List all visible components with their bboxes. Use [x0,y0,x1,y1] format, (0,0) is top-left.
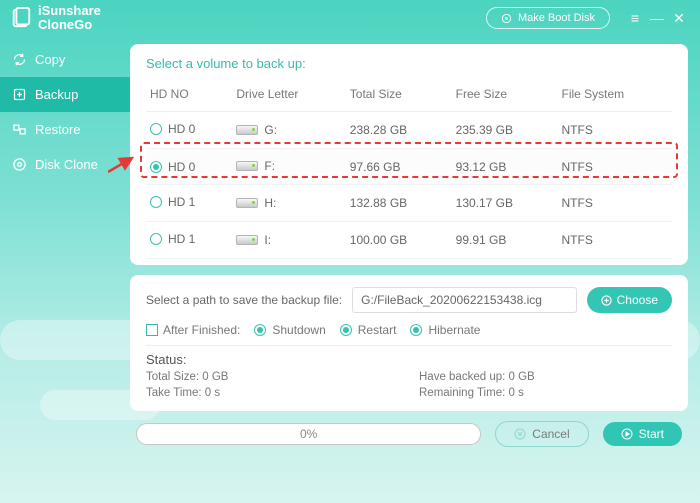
drive-icon [236,161,258,171]
cell-total: 97.66 GB [346,149,452,185]
cancel-button[interactable]: Cancel [495,421,588,447]
after-finished-label: After Finished: [163,323,240,337]
cancel-icon [514,428,526,440]
after-finished-checkbox[interactable] [146,324,158,336]
restore-icon [12,122,27,137]
cell-fs: NTFS [558,222,673,259]
sidebar-item-restore[interactable]: Restore [0,112,130,147]
status-remain: Remaining Time: 0 s [419,387,672,399]
brand: iSunshare CloneGo [10,4,486,33]
cell-hd: HD 0 [168,160,195,174]
sidebar-item-copy[interactable]: Copy [0,42,130,77]
cell-total: 132.88 GB [346,185,452,222]
start-label: Start [639,427,664,441]
cell-fs: NTFS [558,185,673,222]
cancel-label: Cancel [532,427,569,441]
cell-letter: I: [264,233,271,247]
choose-button[interactable]: Choose [587,287,672,313]
output-panel: Select a path to save the backup file: C… [130,275,688,411]
status-total: Total Size: 0 GB [146,371,399,383]
plus-icon [601,295,612,306]
opt-restart[interactable]: Restart [340,323,397,337]
progress-text: 0% [300,427,317,441]
app-logo-icon [10,7,32,29]
minimize-button[interactable]: — [646,10,668,26]
sidebar-item-diskclone[interactable]: Disk Clone [0,147,130,182]
cell-letter: G: [264,123,277,137]
refresh-icon [12,52,27,67]
progress-bar: 0% [136,423,481,445]
disk-clone-icon [12,157,27,172]
sidebar-label-copy: Copy [35,52,65,67]
volume-row[interactable]: HD 0 F: 97.66 GB 93.12 GB NTFS [146,149,672,185]
cell-letter: F: [264,159,275,173]
volume-table: HD NO Drive Letter Total Size Free Size … [146,81,672,259]
opt-label: Restart [358,323,397,337]
cell-free: 99.91 GB [452,222,558,259]
cell-letter: H: [264,196,276,210]
drive-icon [236,125,258,135]
radio-icon [150,123,162,135]
sidebar-label-restore: Restore [35,122,81,137]
make-boot-label: Make Boot Disk [518,12,595,24]
radio-icon [150,233,162,245]
cell-fs: NTFS [558,112,673,149]
cell-free: 93.12 GB [452,149,558,185]
brand-line1: iSunshare [38,4,101,18]
opt-label: Shutdown [272,323,325,337]
status-take: Take Time: 0 s [146,387,399,399]
drive-icon [236,235,258,245]
disc-icon [501,13,512,24]
start-button[interactable]: Start [603,422,682,446]
col-fs: File System [558,81,673,112]
sidebar-label-backup: Backup [35,87,78,102]
cell-fs: NTFS [558,149,673,185]
opt-label: Hibernate [428,323,480,337]
cell-hd: HD 0 [168,122,195,136]
status-backed: Have backed up: 0 GB [419,371,672,383]
status-header: Status: [146,352,672,367]
save-path-label: Select a path to save the backup file: [146,293,342,307]
radio-icon [150,196,162,208]
radio-icon [340,324,352,336]
radio-icon [254,324,266,336]
col-total: Total Size [346,81,452,112]
drive-icon [236,198,258,208]
cell-free: 235.39 GB [452,112,558,149]
radio-icon [150,161,162,173]
title-bar: iSunshare CloneGo Make Boot Disk ≡ — ✕ [0,0,700,36]
save-path-input[interactable] [352,287,577,313]
close-button[interactable]: ✕ [668,10,690,27]
sidebar: Copy Backup Restore Disk Clone [0,36,130,503]
opt-hibernate[interactable]: Hibernate [410,323,480,337]
radio-icon [410,324,422,336]
cell-total: 238.28 GB [346,112,452,149]
col-letter: Drive Letter [232,81,345,112]
brand-line2: CloneGo [38,18,101,32]
backup-icon [12,87,27,102]
cell-hd: HD 1 [168,232,195,246]
col-free: Free Size [452,81,558,112]
volume-row[interactable]: HD 1 I: 100.00 GB 99.91 GB NTFS [146,222,672,259]
volume-title: Select a volume to back up: [146,56,672,71]
cell-total: 100.00 GB [346,222,452,259]
play-icon [621,428,633,440]
col-hdno: HD NO [146,81,232,112]
cell-hd: HD 1 [168,195,195,209]
footer: 0% Cancel Start [130,421,688,447]
sidebar-label-diskclone: Disk Clone [35,157,98,172]
volume-row[interactable]: HD 0 G: 238.28 GB 235.39 GB NTFS [146,112,672,149]
opt-shutdown[interactable]: Shutdown [254,323,325,337]
choose-label: Choose [617,293,658,307]
volume-panel: Select a volume to back up: HD NO Drive … [130,44,688,265]
sidebar-item-backup[interactable]: Backup [0,77,130,112]
volume-row[interactable]: HD 1 H: 132.88 GB 130.17 GB NTFS [146,185,672,222]
make-boot-disk-button[interactable]: Make Boot Disk [486,7,610,29]
menu-button[interactable]: ≡ [624,10,646,26]
cell-free: 130.17 GB [452,185,558,222]
